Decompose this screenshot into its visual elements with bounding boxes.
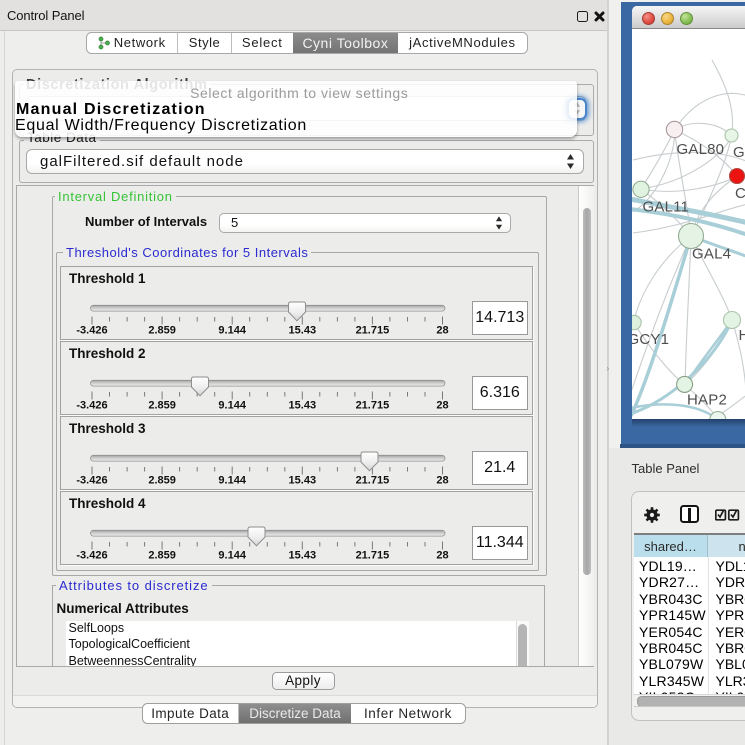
svg-text:GAL11: GAL11 (643, 199, 690, 216)
svg-text:28: 28 (436, 399, 448, 411)
svg-text:H: H (739, 327, 745, 344)
svg-text:GAL80: GAL80 (677, 141, 725, 158)
svg-text:GAL4: GAL4 (692, 246, 731, 263)
svg-text:-3.426: -3.426 (76, 399, 107, 411)
svg-text:15.43: 15.43 (289, 324, 317, 336)
svg-text:GA: GA (733, 144, 745, 161)
svg-text:15.43: 15.43 (289, 549, 317, 561)
svg-text:2.859: 2.859 (148, 549, 176, 561)
svg-text:9.144: 9.144 (218, 549, 246, 561)
svg-text:9.144: 9.144 (218, 324, 246, 336)
svg-text:28: 28 (436, 474, 448, 486)
svg-text:21.715: 21.715 (356, 549, 390, 561)
svg-text:21.715: 21.715 (356, 324, 390, 336)
svg-text:28: 28 (436, 549, 448, 561)
svg-text:2.859: 2.859 (148, 474, 176, 486)
svg-text:-3.426: -3.426 (76, 474, 107, 486)
svg-text:-3.426: -3.426 (76, 324, 107, 336)
svg-text:28: 28 (436, 324, 448, 336)
svg-text:21.715: 21.715 (356, 399, 390, 411)
svg-text:HAP2: HAP2 (687, 392, 727, 409)
svg-text:21.715: 21.715 (356, 474, 390, 486)
svg-text:15.43: 15.43 (289, 399, 317, 411)
svg-text:GCY1: GCY1 (632, 331, 669, 348)
svg-text:15.43: 15.43 (289, 474, 317, 486)
svg-text:2.859: 2.859 (148, 399, 176, 411)
svg-text:-3.426: -3.426 (76, 549, 107, 561)
svg-text:9.144: 9.144 (218, 399, 246, 411)
svg-text:C: C (735, 185, 745, 202)
svg-text:2.859: 2.859 (148, 324, 176, 336)
svg-text:9.144: 9.144 (218, 474, 246, 486)
